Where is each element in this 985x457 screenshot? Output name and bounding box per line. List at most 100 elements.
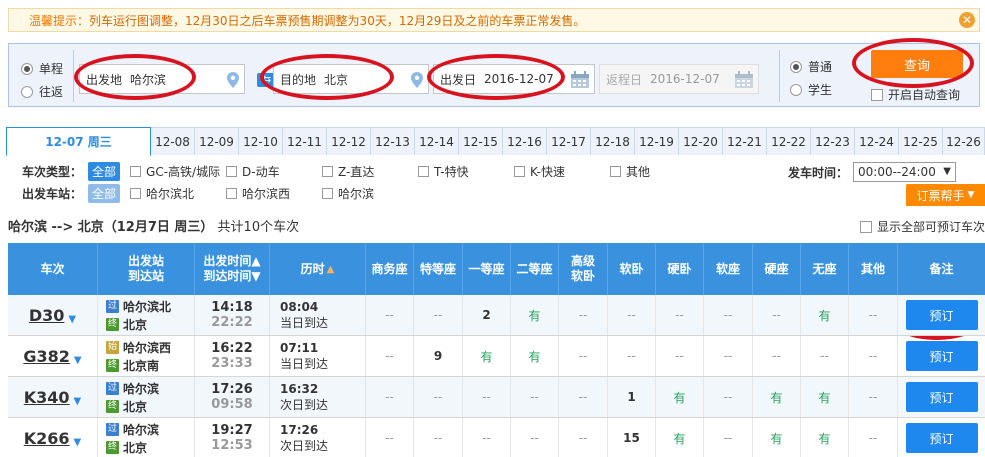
depart-time-select[interactable]: 00:00--24:00 ▼: [853, 162, 956, 182]
times-cell: 17:26 09:58: [195, 377, 270, 417]
seat-cell: 有: [801, 418, 849, 457]
train-number-cell[interactable]: G382 ▼: [8, 336, 98, 376]
chevron-down-icon: ▼: [943, 166, 951, 177]
checkbox-icon: [871, 88, 883, 101]
chevron-down-icon[interactable]: ▼: [74, 396, 82, 407]
trip-oneway-radio[interactable]: 单程: [21, 60, 63, 77]
train-number-cell[interactable]: K340 ▼: [8, 377, 98, 417]
date-tab[interactable]: 12-17: [547, 127, 591, 155]
chevron-down-icon[interactable]: ▼: [74, 355, 82, 366]
date-tab[interactable]: 12-19: [635, 127, 679, 155]
date-tab[interactable]: 12-23: [811, 127, 855, 155]
checkbox-icon: [418, 165, 430, 177]
book-button[interactable]: 预订: [905, 423, 978, 453]
from-station-field[interactable]: 出发地 哈尔滨: [79, 64, 245, 94]
type-option[interactable]: 其他: [610, 163, 670, 180]
date-tab[interactable]: 12-15: [459, 127, 503, 155]
date-tab[interactable]: 12-09: [195, 127, 239, 155]
date-tab[interactable]: 12-10: [239, 127, 283, 155]
all-stations-button[interactable]: 全部: [88, 183, 121, 203]
chevron-down-icon[interactable]: ▼: [74, 437, 82, 448]
ticket-type-student-radio[interactable]: 学生: [790, 81, 832, 98]
date-tab[interactable]: 12-26: [943, 127, 985, 155]
radio-icon: [790, 83, 802, 96]
seat-cell: --: [849, 418, 898, 457]
show-all-checkbox[interactable]: 显示全部可预订车次: [860, 218, 985, 235]
terminal-station-icon: 终: [106, 399, 119, 413]
date-tab[interactable]: 12-22: [767, 127, 811, 155]
seat-cell: --: [656, 336, 704, 376]
date-tab[interactable]: 12-11: [283, 127, 327, 155]
all-types-button[interactable]: 全部: [88, 161, 121, 181]
type-option[interactable]: D-动车: [226, 163, 322, 180]
to-station-field[interactable]: 目的地 北京: [273, 64, 429, 94]
train-number-cell[interactable]: K266 ▼: [8, 418, 98, 457]
location-pin-icon[interactable]: [410, 71, 424, 89]
remark-cell: 预订: [898, 336, 985, 376]
close-icon[interactable]: ✕: [959, 12, 975, 28]
booking-helper-button[interactable]: 订票帮手 ▼: [906, 184, 985, 206]
type-option[interactable]: K-快速: [514, 163, 610, 180]
pass-station-icon: 过: [106, 422, 119, 436]
checkbox-icon: [130, 165, 142, 177]
date-tab[interactable]: 12-20: [679, 127, 723, 155]
book-button[interactable]: 预订: [905, 382, 978, 412]
depart-time-label: 发车时间：: [788, 166, 849, 180]
date-tab[interactable]: 12-25: [899, 127, 943, 155]
date-tab[interactable]: 12-08: [151, 127, 195, 155]
date-tab[interactable]: 12-21: [723, 127, 767, 155]
seat-cell: --: [366, 336, 414, 376]
train-number-cell[interactable]: D30 ▼: [8, 295, 98, 335]
col-soft-seat: 软座: [704, 243, 753, 295]
notice-text: 列车运行图调整，12月30日之后车票预售期调整为30天，12月29日及之前的车票…: [89, 13, 586, 28]
times-cell: 19:27 12:53: [195, 418, 270, 457]
seat-cell: --: [559, 336, 608, 376]
checkbox-icon: [322, 165, 334, 177]
radio-selected-icon: [21, 62, 33, 75]
date-tab-active[interactable]: 12-07 周三: [6, 127, 151, 156]
trip-round-radio[interactable]: 往返: [21, 83, 63, 100]
seat-cell: --: [511, 418, 559, 457]
col-duration[interactable]: 历时 ▲: [270, 243, 366, 295]
type-option[interactable]: GC-高铁/城际: [130, 163, 226, 180]
notice-bar: 温馨提示： 列车运行图调整，12月30日之后车票预售期调整为30天，12月29日…: [8, 8, 980, 32]
date-tab[interactable]: 12-24: [855, 127, 899, 155]
station-option[interactable]: 哈尔滨: [322, 185, 418, 202]
seat-cell: 有: [656, 377, 704, 417]
train-number[interactable]: G382: [23, 347, 70, 366]
train-number[interactable]: D30: [29, 306, 65, 325]
duration-cell: 17:26 次日到达: [270, 418, 366, 457]
book-button[interactable]: 预订: [905, 300, 978, 330]
date-tab[interactable]: 12-14: [415, 127, 459, 155]
auto-query-checkbox[interactable]: 开启自动查询: [871, 86, 960, 103]
calendar-icon[interactable]: [570, 71, 590, 89]
seat-cell: --: [366, 377, 414, 417]
col-times[interactable]: 出发时间▲ 到达时间▼: [195, 243, 270, 295]
train-number[interactable]: K266: [24, 429, 70, 448]
date-tab[interactable]: 12-16: [503, 127, 547, 155]
date-tab[interactable]: 12-12: [327, 127, 371, 155]
type-option[interactable]: Z-直达: [322, 163, 418, 180]
type-option[interactable]: T-特快: [418, 163, 514, 180]
station-option[interactable]: 哈尔滨西: [226, 185, 322, 202]
chevron-down-icon[interactable]: ▼: [68, 314, 76, 325]
station-option[interactable]: 哈尔滨北: [130, 185, 226, 202]
col-soft-sleeper: 软卧: [608, 243, 656, 295]
book-button[interactable]: 预订: [905, 341, 978, 371]
terminal-station-icon: 终: [106, 317, 119, 331]
location-pin-icon[interactable]: [226, 71, 240, 89]
table-row: K266 ▼ 过哈尔滨 终北京 19:27 12:53 17:26 次日到达 -- -…: [8, 418, 985, 457]
divider: [779, 50, 780, 102]
checkbox-icon: [226, 187, 238, 199]
seat-cell: --: [608, 336, 656, 376]
divider: [73, 50, 74, 102]
ticket-type-normal-radio[interactable]: 普通: [790, 58, 832, 75]
return-date-field[interactable]: 返程日 2016-12-07: [599, 64, 759, 94]
depart-date-field[interactable]: 出发日 2016-12-07: [433, 64, 595, 94]
col-deluxe-sleeper: 高级 软卧: [559, 243, 608, 295]
train-number[interactable]: K340: [24, 388, 70, 407]
query-button[interactable]: 查询: [871, 50, 963, 78]
date-tab[interactable]: 12-18: [591, 127, 635, 155]
calendar-icon[interactable]: [734, 71, 754, 89]
date-tab[interactable]: 12-13: [371, 127, 415, 155]
